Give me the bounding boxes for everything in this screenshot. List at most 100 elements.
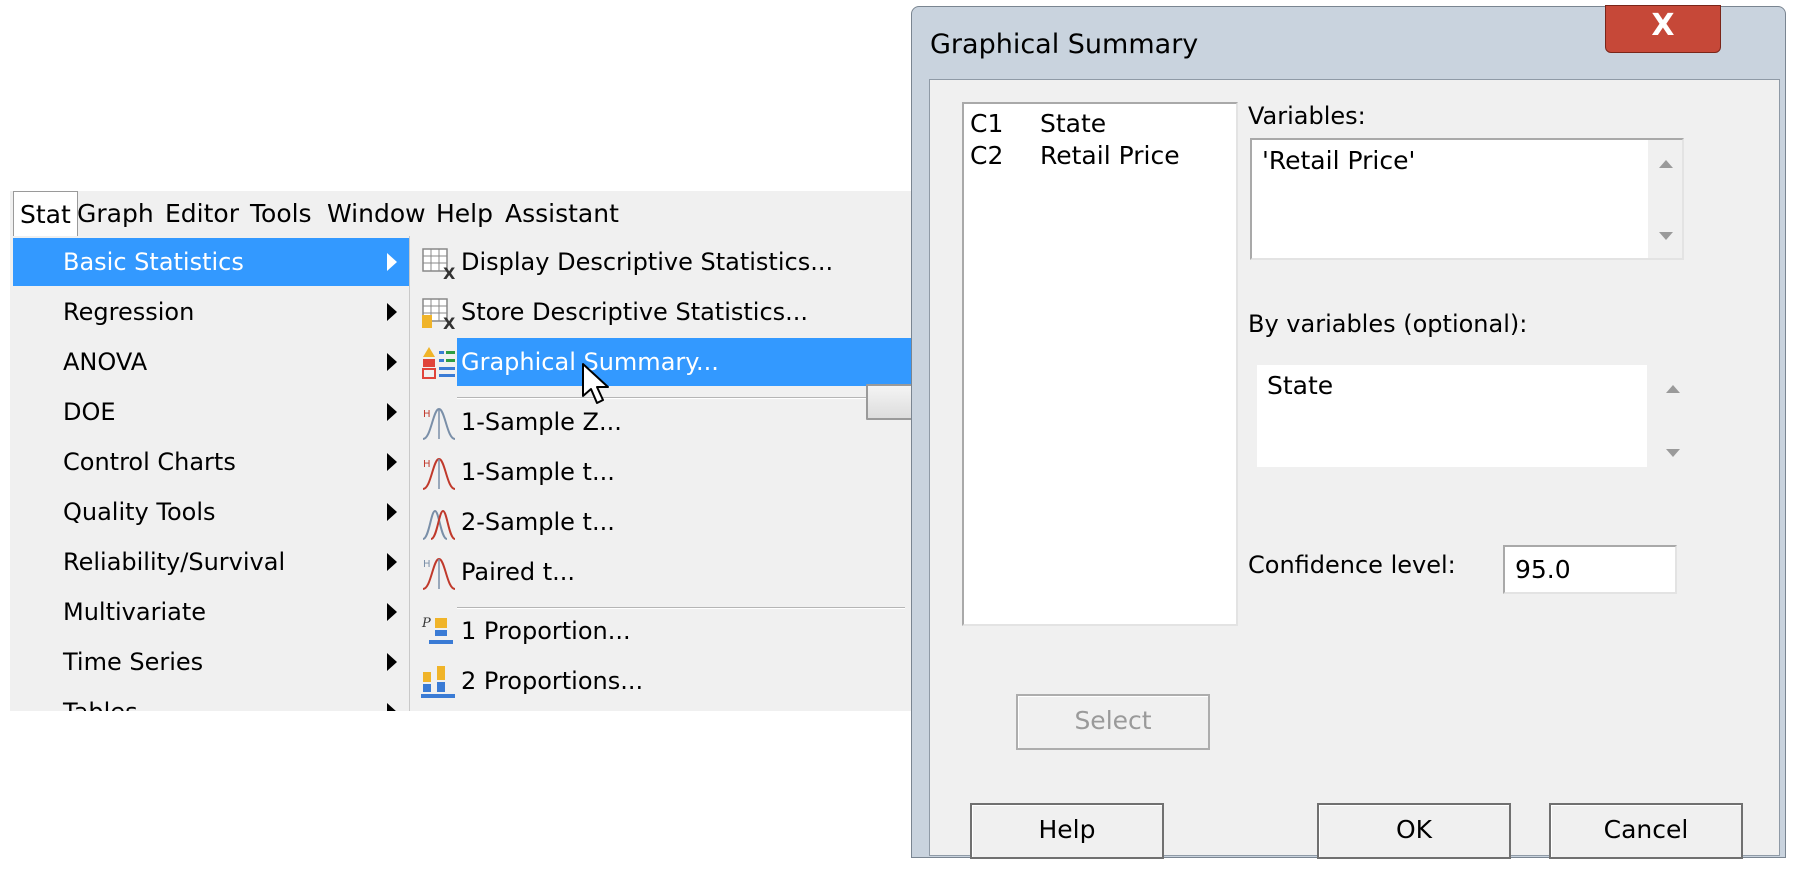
table-store-icon: X (422, 298, 456, 331)
submenu-item-label: Display Descriptive Statistics... (461, 248, 834, 276)
menu-item-label: ANOVA (63, 348, 148, 376)
menu-item-reliability-survival[interactable]: Reliability/Survival (13, 538, 409, 586)
one-sample-t-icon: H (422, 457, 456, 490)
submenu-item-label: 2-Sample t... (461, 508, 615, 536)
column-id: C2 (970, 141, 1004, 170)
table-x-icon: X (422, 248, 456, 281)
dialog-titlebar[interactable]: Graphical Summary X (912, 5, 1785, 79)
menu-editor[interactable]: Editor (159, 191, 245, 236)
submenu-item-2-proportions[interactable]: 2 Proportions... (410, 657, 931, 705)
basic-statistics-submenu: X Display Descriptive Statistics... X St… (410, 236, 931, 711)
dialog-client-area: C1 State C2 Retail Price Variables: 'Ret… (929, 79, 1780, 859)
scroll-down-icon[interactable] (1666, 449, 1680, 457)
submenu-arrow-icon (387, 453, 397, 471)
by-variables-scrollbar[interactable] (1655, 365, 1689, 475)
submenu-arrow-icon (387, 653, 397, 671)
variables-value: 'Retail Price' (1262, 146, 1416, 175)
mouse-pointer-icon (582, 363, 609, 404)
column-id: C1 (970, 109, 1004, 138)
graphical-summary-dialog: Graphical Summary X C1 State C2 Retail P… (911, 5, 1786, 859)
menu-assistant[interactable]: Assistant (499, 191, 625, 236)
close-icon: X (1651, 8, 1675, 43)
confidence-level-field[interactable]: 95.0 (1503, 545, 1677, 594)
confidence-level-label: Confidence level: (1248, 551, 1456, 579)
svg-text:X: X (443, 314, 456, 331)
svg-text:H: H (423, 409, 431, 420)
menu-item-quality-tools[interactable]: Quality Tools (13, 488, 409, 536)
menu-item-regression[interactable]: Regression (13, 288, 409, 336)
scroll-up-icon[interactable] (1666, 385, 1680, 393)
menu-tools[interactable]: Tools (244, 191, 318, 236)
submenu-arrow-icon (387, 253, 397, 271)
dialog-title: Graphical Summary (930, 29, 1199, 60)
menu-item-label: Multivariate (63, 598, 206, 626)
menu-item-time-series[interactable]: Time Series (13, 638, 409, 686)
submenu-arrow-icon (387, 353, 397, 371)
menu-item-anova[interactable]: ANOVA (13, 338, 409, 386)
menu-item-label: Regression (63, 298, 195, 326)
help-button[interactable]: Help (970, 803, 1164, 859)
submenu-arrow-icon (387, 603, 397, 621)
column-name: State (1040, 109, 1107, 138)
svg-text:H: H (423, 559, 431, 570)
menu-item-basic-statistics[interactable]: Basic Statistics (13, 238, 409, 286)
menu-item-label: Quality Tools (63, 498, 216, 526)
close-button[interactable]: X (1605, 5, 1721, 53)
submenu-item-paired-t[interactable]: H Paired t... (410, 548, 931, 596)
submenu-item-store-descriptive[interactable]: X Store Descriptive Statistics... (410, 288, 931, 336)
variables-field[interactable]: 'Retail Price' (1250, 138, 1684, 260)
menu-window[interactable]: Window (321, 191, 432, 236)
ok-button[interactable]: OK (1317, 803, 1511, 859)
menu-item-tables[interactable]: Tables (13, 688, 409, 711)
submenu-item-label: 2 Proportions... (461, 667, 644, 695)
menu-stat[interactable]: Stat (13, 191, 78, 236)
submenu-item-label: 1-Sample t... (461, 458, 615, 486)
submenu-arrow-icon (387, 503, 397, 521)
column-list[interactable]: C1 State C2 Retail Price (962, 102, 1238, 626)
two-proportions-icon (421, 666, 455, 698)
menu-item-label: Reliability/Survival (63, 548, 286, 576)
submenu-arrow-icon (387, 703, 397, 711)
by-variables-field[interactable]: State (1257, 365, 1647, 467)
submenu-arrow-icon (387, 553, 397, 571)
by-variables-value: State (1267, 371, 1334, 400)
submenu-item-display-descriptive[interactable]: X Display Descriptive Statistics... (410, 238, 931, 286)
scroll-up-icon[interactable] (1659, 160, 1673, 168)
one-sample-z-icon: H (422, 407, 456, 440)
submenu-item-2-sample-t[interactable]: 2-Sample t... (410, 498, 931, 546)
variables-label: Variables: (1248, 102, 1366, 130)
menu-item-label: Control Charts (63, 448, 236, 476)
menu-item-doe[interactable]: DOE (13, 388, 409, 436)
submenu-item-1-sample-t[interactable]: H 1-Sample t... (410, 448, 931, 496)
submenu-item-1-proportion[interactable]: P 1 Proportion... (410, 607, 931, 655)
menu-item-label: Tables (63, 688, 138, 711)
graphical-summary-icon (422, 347, 455, 379)
paired-t-icon: H (422, 557, 456, 590)
select-button[interactable]: Select (1016, 694, 1210, 750)
menu-item-label: DOE (63, 398, 116, 426)
menu-graph[interactable]: Graph (71, 191, 160, 236)
by-variables-label: By variables (optional): (1248, 310, 1528, 338)
scroll-down-icon[interactable] (1659, 232, 1673, 240)
svg-text:H: H (423, 459, 431, 470)
submenu-arrow-icon (387, 303, 397, 321)
menu-bar: Stat Graph Editor Tools Window Help Assi… (10, 191, 931, 236)
menu-item-control-charts[interactable]: Control Charts (13, 438, 409, 486)
two-sample-t-icon (422, 509, 456, 540)
cancel-button[interactable]: Cancel (1549, 803, 1743, 859)
confidence-level-value: 95.0 (1515, 555, 1571, 584)
menu-item-multivariate[interactable]: Multivariate (13, 588, 409, 636)
stat-dropdown-menu: Basic Statistics Regression ANOVA DOE Co… (13, 236, 410, 711)
menu-item-label: Basic Statistics (63, 248, 244, 276)
menu-help[interactable]: Help (430, 191, 499, 236)
svg-text:X: X (443, 264, 456, 281)
variables-scrollbar[interactable] (1648, 140, 1682, 258)
submenu-arrow-icon (387, 403, 397, 421)
submenu-item-label: 1 Proportion... (461, 617, 631, 645)
column-name: Retail Price (1040, 141, 1180, 170)
submenu-item-1-sample-z[interactable]: H 1-Sample Z... (410, 398, 931, 446)
one-proportion-icon: P (421, 616, 453, 644)
submenu-item-graphical-summary[interactable]: Graphical Summary... (410, 338, 931, 386)
submenu-item-label: Store Descriptive Statistics... (461, 298, 809, 326)
submenu-item-label: Paired t... (461, 558, 576, 586)
